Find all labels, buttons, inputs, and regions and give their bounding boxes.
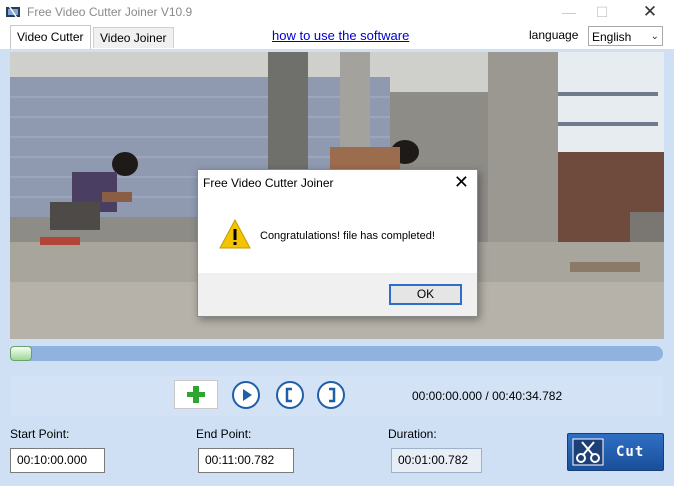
start-point-input[interactable]: 00:10:00.000: [10, 448, 105, 473]
end-point-label: End Point:: [196, 427, 252, 441]
cut-button-label: Cut: [616, 444, 645, 460]
language-value: English: [592, 30, 632, 44]
add-icon: [187, 386, 205, 403]
end-point-input[interactable]: 00:11:00.782: [198, 448, 294, 473]
seek-handle[interactable]: [10, 346, 32, 361]
help-link[interactable]: how to use the software: [272, 28, 409, 43]
start-point-label: Start Point:: [10, 427, 70, 441]
completion-dialog: Free Video Cutter Joiner ✕ Congratulatio…: [197, 169, 478, 317]
scissors-icon: [572, 438, 604, 466]
language-select[interactable]: English ⌄: [588, 26, 663, 46]
duration-field: 00:01:00.782: [391, 448, 482, 473]
mark-start-icon: [285, 387, 292, 403]
dialog-close-button[interactable]: ✕: [454, 172, 469, 193]
close-button[interactable]: ✕: [635, 3, 665, 21]
app-icon: [6, 5, 20, 19]
mark-end-button[interactable]: [317, 381, 345, 409]
title-bar: Free Video Cutter Joiner V10.9 — ☐ ✕: [0, 0, 674, 25]
duration-label: Duration:: [388, 427, 437, 441]
language-label: language: [529, 28, 579, 42]
dialog-message: Congratulations! file has completed!: [260, 230, 435, 242]
tab-video-cutter[interactable]: Video Cutter: [10, 25, 91, 49]
mark-start-button[interactable]: [276, 381, 304, 409]
maximize-button[interactable]: ☐: [587, 3, 617, 21]
seek-track[interactable]: [10, 346, 663, 361]
minimize-button[interactable]: —: [554, 3, 584, 21]
chevron-down-icon: ⌄: [650, 31, 659, 42]
window-title: Free Video Cutter Joiner V10.9: [27, 5, 193, 19]
play-button[interactable]: [232, 381, 260, 409]
play-icon: [243, 389, 252, 401]
cut-button[interactable]: Cut: [567, 433, 664, 471]
ok-button[interactable]: OK: [389, 284, 462, 305]
add-file-button[interactable]: [174, 380, 218, 409]
tab-video-joiner[interactable]: Video Joiner: [93, 27, 174, 48]
app-window: Free Video Cutter Joiner V10.9 — ☐ ✕ Vid…: [0, 0, 674, 486]
dialog-title: Free Video Cutter Joiner: [203, 176, 334, 190]
tab-bar: Video Cutter Video Joiner how to use the…: [0, 25, 674, 49]
mark-end-icon: [329, 387, 336, 403]
warning-icon: [219, 218, 251, 249]
time-readout: 00:00:00.000 / 00:40:34.782: [412, 389, 563, 403]
